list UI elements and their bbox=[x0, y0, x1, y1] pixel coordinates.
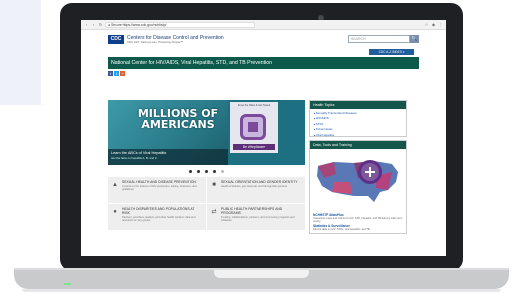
health-topics-box: Health Topics Sexually Transmitted Disea… bbox=[309, 100, 407, 137]
star-icon[interactable]: ☆ bbox=[424, 22, 429, 27]
bookmark-icon: ■ bbox=[212, 182, 216, 188]
carousel-dot[interactable] bbox=[213, 169, 216, 173]
us-map-icon bbox=[317, 160, 398, 202]
topic-card[interactable]: ● HEALTH DISPARITIES AND POPULATIONS AT … bbox=[108, 204, 206, 230]
laptop-screen: ‹ › ↻ ● Secure https://www.cdc.gov/nchhs… bbox=[81, 20, 446, 256]
topic-card[interactable]: ■ SEXUAL ORIENTATION AND GENDER IDENTITY… bbox=[207, 177, 305, 203]
refresh-icon[interactable]: ↻ bbox=[98, 21, 103, 29]
hepaware-button[interactable]: Be #HepAware bbox=[233, 144, 275, 150]
back-icon[interactable]: ‹ bbox=[84, 21, 89, 29]
site-title: Centers for Disease Control and Preventi… bbox=[127, 35, 224, 44]
az-row: CDC A-Z INDEX ▾ bbox=[81, 48, 446, 57]
twitter-icon[interactable]: t bbox=[114, 71, 119, 76]
center-title-bar: National Center for HIV/AIDS, Viral Hepa… bbox=[108, 57, 419, 69]
search-box: SEARCH 🔍 bbox=[348, 35, 419, 43]
topic-title: PUBLIC HEALTH PARTNERSHIPS AND PROGRAMS bbox=[221, 207, 283, 215]
cdc-logo[interactable]: CDC bbox=[108, 34, 124, 44]
hero-caption[interactable]: Learn the ABCs of Viral Hepatitis Get th… bbox=[108, 149, 228, 165]
people-icon: ● bbox=[113, 209, 117, 215]
sidebar: Health Topics Sexually Transmitted Disea… bbox=[309, 100, 407, 237]
hepatitis-cube-icon bbox=[240, 114, 266, 140]
topic-title: HEALTH DISPARITIES AND POPULATIONS AT RI… bbox=[122, 207, 195, 215]
topic-desc: Content on the science of HIV prevention… bbox=[122, 185, 197, 192]
facebook-icon[interactable]: f bbox=[108, 71, 113, 76]
hepaware-panel[interactable]: Know the Risks & Get Tested Be #HepAware bbox=[230, 102, 278, 153]
health-topics-title: Health Topics bbox=[310, 101, 406, 109]
warning-icon: ▲ bbox=[112, 182, 118, 188]
carousel-dot[interactable] bbox=[197, 169, 200, 173]
data-tools-box: Data, Tools and Training NCHHSTP AtlasPl… bbox=[309, 140, 407, 235]
carousel-dots bbox=[108, 165, 305, 177]
carousel-pause-dot[interactable] bbox=[221, 169, 224, 173]
hero-headline: MILLIONS OF AMERICANS bbox=[137, 107, 219, 131]
extension-icon[interactable]: ◆ bbox=[431, 22, 436, 27]
topic-grid: ▲ SEXUAL HEALTH AND DISEASE PREVENTION C… bbox=[108, 177, 305, 230]
forward-icon[interactable]: › bbox=[91, 21, 96, 29]
az-index-button[interactable]: CDC A-Z INDEX ▾ bbox=[369, 49, 414, 55]
social-share-bar: f t + bbox=[81, 69, 446, 79]
search-input[interactable]: SEARCH bbox=[348, 35, 410, 43]
health-topics-list: Sexually Transmitted Diseases HIV/AIDS S… bbox=[310, 109, 406, 138]
us-map-graphic[interactable] bbox=[310, 149, 406, 211]
data-tools-title: Data, Tools and Training bbox=[310, 141, 406, 149]
topic-card[interactable]: ▲ SEXUAL HEALTH AND DISEASE PREVENTION C… bbox=[108, 177, 206, 203]
search-icon[interactable]: 🔍 bbox=[410, 35, 419, 43]
carousel-dot[interactable] bbox=[205, 169, 208, 173]
health-topic-link[interactable]: Viral Hepatitis bbox=[314, 133, 403, 138]
laptop-shadow bbox=[22, 289, 501, 292]
power-led-icon bbox=[64, 283, 71, 285]
cube-face bbox=[248, 122, 258, 132]
handshake-icon: ⇄ bbox=[211, 209, 217, 215]
topic-title: SEXUAL ORIENTATION AND GENDER IDENTITY bbox=[221, 180, 298, 184]
atlas-desc: Interactive maps and charts for HIV, STD… bbox=[313, 217, 402, 224]
data-tools-links: NCHHSTP AtlasPlus Interactive maps and c… bbox=[310, 211, 406, 233]
browser-toolbar: ‹ › ↻ ● Secure https://www.cdc.gov/nchhs… bbox=[81, 20, 446, 30]
background-panel bbox=[0, 0, 41, 105]
main-content: MILLIONS OF AMERICANS Know the Risks & G… bbox=[108, 100, 305, 230]
topic-desc: Funding, collaborations, partners, and c… bbox=[221, 216, 295, 223]
topic-desc: Health of lesbian, gay, bisexual, and tr… bbox=[221, 185, 287, 188]
stats-desc: Recent data on HIV, STDs, viral hepatiti… bbox=[313, 227, 370, 231]
laptop-notch bbox=[214, 270, 309, 278]
address-bar[interactable]: ● Secure https://www.cdc.gov/nchhstp/ bbox=[105, 21, 255, 28]
page: ‹ › ↻ ● Secure https://www.cdc.gov/nchhs… bbox=[0, 0, 515, 293]
topic-title: SEXUAL HEALTH AND DISEASE PREVENTION bbox=[122, 180, 196, 184]
site-tagline: CDC 24/7: Saving Lives, Protecting Peopl… bbox=[127, 39, 184, 44]
menu-icon[interactable]: ⋮ bbox=[438, 22, 443, 27]
topic-card[interactable]: ⇄ PUBLIC HEALTH PARTNERSHIPS AND PROGRAM… bbox=[207, 204, 305, 230]
hero-caption-sub: Get the facts on hepatitis A, B, and C bbox=[111, 156, 157, 160]
site-header: CDC Centers for Disease Control and Prev… bbox=[81, 30, 446, 48]
hero-carousel[interactable]: MILLIONS OF AMERICANS Know the Risks & G… bbox=[108, 100, 305, 165]
carousel-dot[interactable] bbox=[189, 169, 192, 173]
share-icon[interactable]: + bbox=[120, 71, 125, 76]
hepaware-caption: Know the Risks & Get Tested bbox=[237, 104, 271, 107]
topic-desc: Partners, providers, leaders, and other … bbox=[122, 216, 196, 223]
